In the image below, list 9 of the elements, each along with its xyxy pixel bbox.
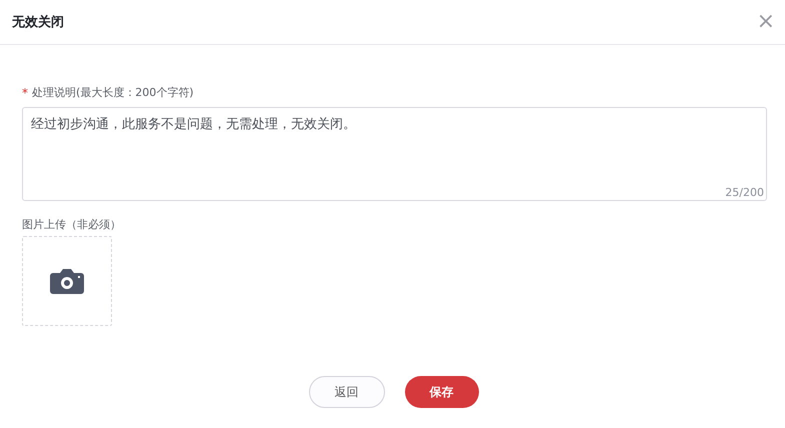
image-upload-button[interactable] — [22, 236, 112, 326]
field-label: 处理说明(最大长度：200个字符) — [32, 85, 194, 100]
upload-label: 图片上传（非必须） — [22, 217, 122, 232]
camera-icon — [50, 268, 84, 294]
save-button[interactable]: 保存 — [404, 376, 478, 408]
back-button[interactable]: 返回 — [308, 376, 384, 408]
character-counter: 25/200 — [725, 186, 764, 199]
dialog-title: 无效关闭 — [12, 14, 64, 31]
required-mark: * — [22, 86, 28, 100]
